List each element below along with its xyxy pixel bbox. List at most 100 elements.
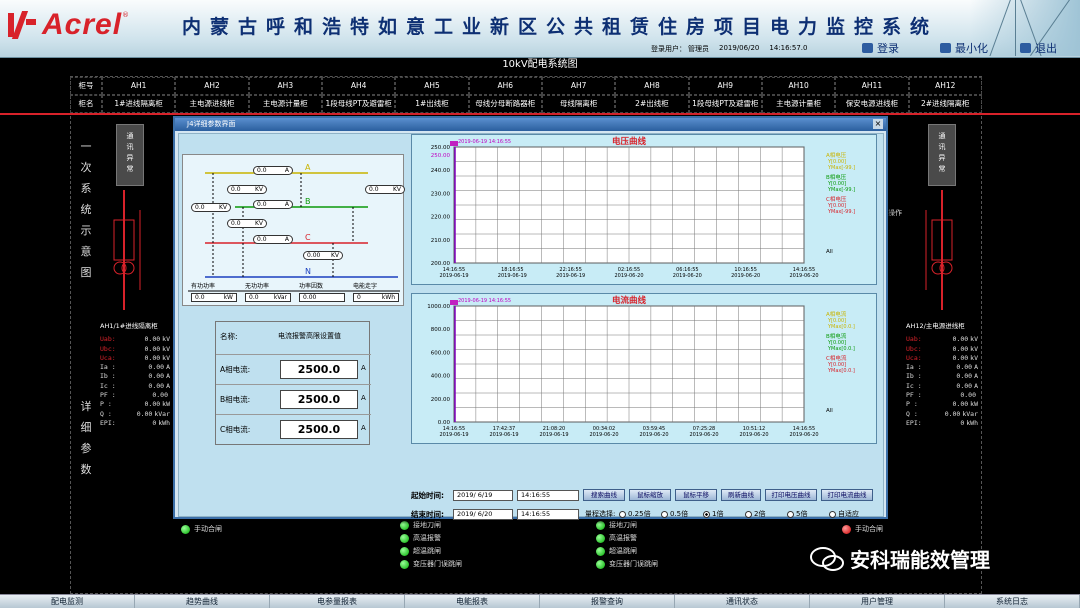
range-option[interactable]: 0.25倍 (619, 509, 651, 519)
nav-item-7[interactable]: 用户管理 (810, 595, 945, 608)
param-label: Ib : (906, 372, 922, 381)
end-time-field[interactable]: 14:16:55 (517, 509, 579, 520)
axis-unit-label: All (826, 249, 833, 255)
diagram-value-box: 0.0 A (253, 200, 293, 209)
cabinet-name-11[interactable]: 保安电源进线柜 (835, 95, 909, 113)
nav-item-8[interactable]: 系统日志 (945, 595, 1080, 608)
range-option-label: 0.25倍 (628, 510, 651, 518)
chart-button-2[interactable]: 鼠标缩放 (629, 489, 671, 501)
range-option[interactable]: 5倍 (787, 509, 807, 519)
cabinet-name-4[interactable]: 1段母线PT及避雷柜 (321, 95, 396, 113)
side-char: 细 (80, 421, 92, 434)
cabinet-no-7: AH7 (541, 77, 616, 95)
nav-item-3[interactable]: 电参量报表 (270, 595, 405, 608)
param-label: Ubc: (906, 344, 922, 353)
chart-button-6[interactable]: 打印电流曲线 (821, 489, 873, 501)
param-setting-input[interactable]: 2500.0 (280, 390, 358, 409)
cabinet-name-8[interactable]: 2#出线柜 (615, 95, 689, 113)
range-option[interactable]: 1倍 (703, 509, 723, 519)
power-label: 功率因数 (299, 283, 324, 290)
param-label: Ia : (906, 363, 922, 372)
power-label: 电能走字 (353, 283, 378, 290)
exit-button[interactable]: 退出 (1020, 40, 1057, 56)
breaker-left-icon (113, 190, 141, 310)
param-row: EPI: 0 kWh (906, 419, 978, 428)
chart-button-4[interactable]: 刷新曲线 (721, 489, 761, 501)
param-row: Uca: 0.00 kV (906, 354, 978, 363)
comm-char: 异 (126, 154, 134, 162)
param-unit: kVar (154, 409, 170, 418)
comm-char: 常 (938, 165, 946, 173)
param-number: 0.00 (956, 372, 973, 381)
y-tick-label: 600.00 (431, 350, 451, 356)
cabinet-name-2[interactable]: 主电源进线柜 (175, 95, 249, 113)
minimize-button[interactable]: 最小化 (940, 40, 988, 56)
cabinet-no-12: AH12 (908, 77, 982, 95)
param-label: PF : (906, 391, 922, 400)
param-row: Ia : 0.00 A (100, 363, 170, 372)
range-option-label: 5倍 (796, 510, 808, 518)
chart-button-3[interactable]: 鼠标平移 (675, 489, 717, 501)
param-label: Ic : (906, 381, 922, 390)
param-number: 0 (152, 418, 157, 427)
cabinet-no-6: AH6 (468, 77, 542, 95)
nav-item-1[interactable]: 配电监测 (0, 595, 135, 608)
param-label: Ia : (100, 363, 116, 372)
param-label: Q : (906, 409, 918, 418)
end-date-field[interactable]: 2019/ 6/20 (453, 509, 513, 520)
current-chart[interactable]: 1000.00 800.00 600.00 400.00 200.00 0.00 14:16… (411, 293, 877, 444)
cabinet-name-6[interactable]: 母线分母断路器柜 (468, 95, 542, 113)
nav-item-4[interactable]: 电能报表 (405, 595, 540, 608)
nav-item-6[interactable]: 通讯状态 (675, 595, 810, 608)
param-unit: kV (162, 344, 170, 353)
diagram-value-box: 0.00 KV (303, 251, 343, 260)
diagram-unit: KV (218, 204, 227, 211)
voltage-chart[interactable]: 250.00 240.00 230.00 220.00 210.00 200.00 14:1… (411, 134, 877, 285)
param-value: 0.00 (960, 391, 978, 400)
dialog-title-bar[interactable]: J4详细参数界面 × (175, 118, 886, 131)
range-option[interactable]: 0.5倍 (661, 509, 688, 519)
green-light-icon (181, 524, 190, 534)
cabinet-name-12[interactable]: 2#进线隔离柜 (908, 95, 982, 113)
param-name-value: 电流报警高限设置值 (278, 332, 341, 340)
cabinet-name-7[interactable]: 母线隔离柜 (541, 95, 616, 113)
cabinet-name-1[interactable]: 1#进线隔离柜 (102, 95, 176, 113)
login-button[interactable]: 登录 (862, 40, 899, 56)
range-option[interactable]: 2倍 (745, 509, 765, 519)
power-value-box: 0.0 kW (191, 293, 237, 302)
param-value: 0.00 A (956, 372, 978, 381)
y-tick-label: 220.00 (431, 215, 451, 221)
chart-button-5[interactable]: 打印电压曲线 (765, 489, 817, 501)
nav-item-5[interactable]: 报警查询 (540, 595, 675, 608)
start-time-field[interactable]: 14:16:55 (517, 490, 579, 501)
param-number: 0.00 (952, 335, 969, 344)
cabinet-name-10[interactable]: 主电源计量柜 (761, 95, 836, 113)
phase-diagram: A B C N 0.0 A 0.0 KV 0.0 KV 0.0 A 0.0 KV 0.0 KV 0.0 A… (182, 154, 405, 306)
brand-name: Acrel (42, 8, 123, 41)
start-date-field[interactable]: 2019/ 6/19 (453, 490, 513, 501)
param-setting-input[interactable]: 2500.0 (280, 360, 358, 379)
chart-button-1[interactable]: 搜索曲线 (583, 489, 625, 501)
green-light-icon (596, 546, 605, 556)
x-tick-date: 2019-06-19 (489, 432, 518, 438)
cursor-marker (450, 300, 458, 305)
param-value: 0.00 A (148, 363, 170, 372)
param-row: Ic : 0.00 A (100, 382, 170, 391)
close-icon[interactable]: × (873, 119, 883, 129)
nav-item-2[interactable]: 趋势曲线 (135, 595, 270, 608)
power-unit: kWh (381, 294, 395, 301)
range-option[interactable]: 自适应 (829, 509, 859, 519)
cabinet-name-9[interactable]: 1段母线PT及避雷柜 (688, 95, 762, 113)
phase-a-label: A (305, 163, 311, 172)
param-value: 0.00 kV (953, 335, 978, 344)
diagram-value: 0.0 (257, 236, 267, 243)
radio-icon (661, 510, 668, 518)
cabinet-name-5[interactable]: 1#出线柜 (395, 95, 469, 113)
watermark-text: 安科瑞能效管理 (850, 548, 990, 572)
x-tick-date: 2019-06-20 (731, 273, 760, 279)
user-icon (862, 43, 873, 53)
cabinet-name-3[interactable]: 主电源计量柜 (248, 95, 322, 113)
param-setting-input[interactable]: 2500.0 (280, 420, 358, 439)
param-value: 0.00 kVar (137, 410, 170, 419)
param-row: P : 0.00 kW (100, 400, 170, 409)
